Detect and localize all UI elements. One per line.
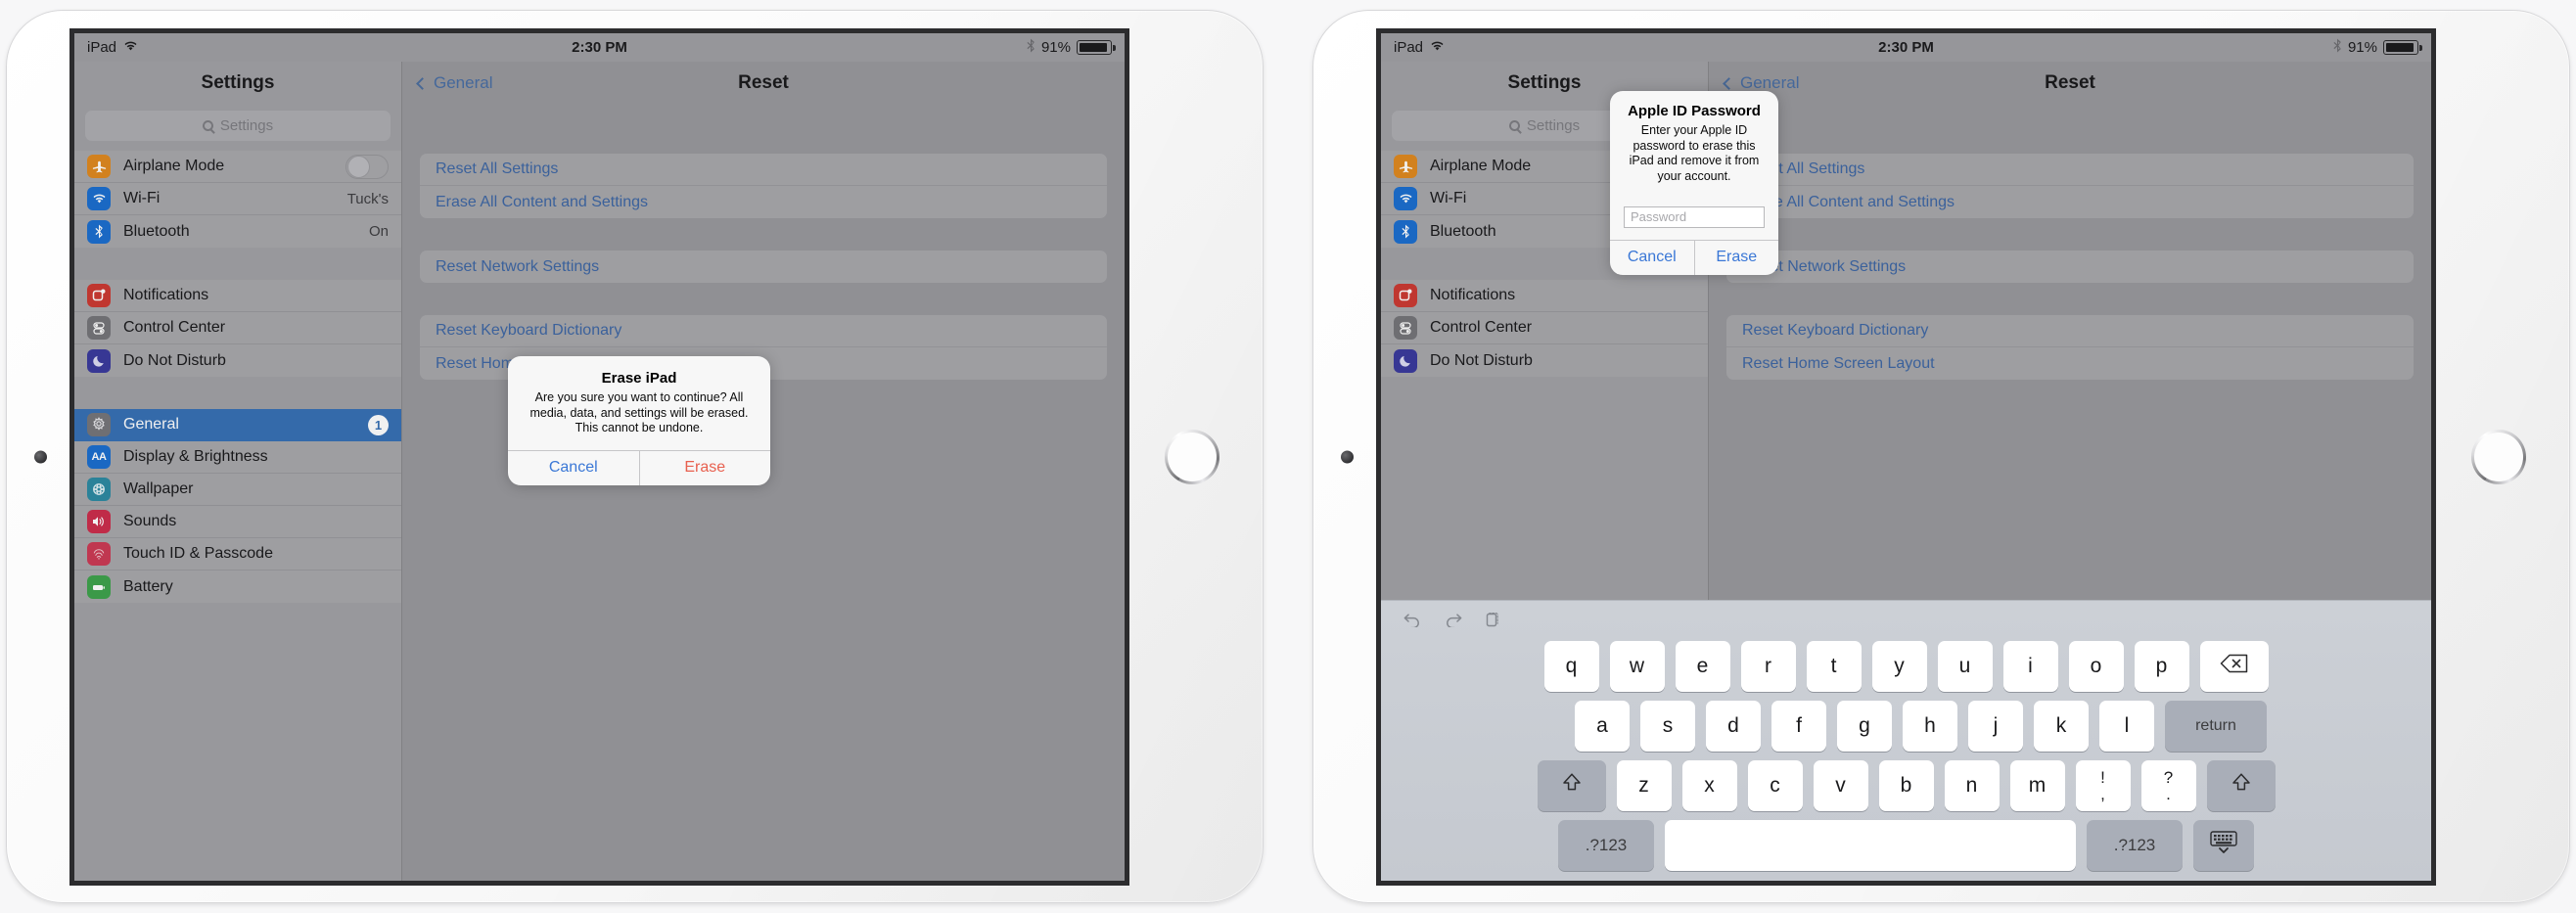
keyboard-dismiss-key[interactable] (2193, 820, 2254, 871)
key-exclamation-comma[interactable]: ! , (2075, 760, 2131, 811)
key-u[interactable]: u (1937, 641, 1993, 692)
cancel-button[interactable]: Cancel (508, 451, 639, 485)
alert-title: Erase iPad (601, 370, 677, 387)
alert-buttons: Cancel Erase (1610, 239, 1779, 275)
key-i[interactable]: i (2002, 641, 2058, 692)
key-y[interactable]: y (1871, 641, 1927, 692)
key-t[interactable]: t (1806, 641, 1862, 692)
shift-key-left[interactable] (1537, 760, 1606, 811)
numbers-key-left[interactable]: .?123 (1558, 820, 1654, 871)
key-h[interactable]: h (1903, 701, 1957, 752)
home-button[interactable] (1165, 430, 1219, 484)
key-s[interactable]: s (1640, 701, 1695, 752)
keyboard-row-4: .?123 .?123 (1389, 820, 2423, 871)
key-f[interactable]: f (1771, 701, 1826, 752)
screen-right: iPad 2:30 PM 91% Settings Settings Airpl… (1376, 28, 2436, 886)
erase-ipad-alert: Erase iPad Are you sure you want to cont… (508, 356, 770, 485)
keyboard-dismiss-icon (2209, 830, 2238, 861)
keyboard-row-1: q w e r t y u i o p (1389, 641, 2423, 692)
alert-body: Apple ID Password Enter your Apple ID pa… (1610, 91, 1778, 195)
alert-body: Erase iPad Are you sure you want to cont… (508, 356, 770, 450)
key-stack: ? . (2164, 769, 2173, 802)
key-d[interactable]: d (1706, 701, 1761, 752)
keyboard-row-2: a s d f g h j k l return (1389, 701, 2423, 752)
key-j[interactable]: j (1968, 701, 2023, 752)
shift-key-right[interactable] (2206, 760, 2276, 811)
key-n[interactable]: n (1944, 760, 2000, 811)
onscreen-keyboard: q w e r t y u i o p a s d f g h j k l re… (1381, 600, 2431, 881)
screen-left: iPad 2:30 PM 91% Settings Settings Airpl… (69, 28, 1129, 886)
front-camera (1341, 450, 1354, 463)
key-w[interactable]: w (1609, 641, 1665, 692)
redo-icon[interactable] (1444, 612, 1463, 627)
key-q[interactable]: q (1543, 641, 1599, 692)
key-a[interactable]: a (1575, 701, 1630, 752)
cancel-button[interactable]: Cancel (1610, 241, 1694, 275)
alert-message: Enter your Apple ID password to erase th… (1629, 123, 1760, 183)
key-x[interactable]: x (1681, 760, 1737, 811)
erase-button[interactable]: Erase (638, 450, 771, 485)
screenshot-stage: iPad 2:30 PM 91% Settings Settings Airpl… (0, 0, 2576, 913)
undo-icon[interactable] (1403, 612, 1422, 627)
alert-buttons: Cancel Erase (508, 449, 771, 485)
key-v[interactable]: v (1813, 760, 1868, 811)
key-g[interactable]: g (1837, 701, 1892, 752)
ipad-device-right: iPad 2:30 PM 91% Settings Settings Airpl… (1312, 10, 2570, 903)
alert-message-line1: Are you sure you want to continue? All m… (529, 390, 749, 420)
return-key[interactable]: return (2165, 701, 2267, 752)
key-r[interactable]: r (1740, 641, 1796, 692)
home-button[interactable] (2471, 430, 2526, 484)
key-bottom-label: , (2100, 785, 2105, 803)
key-z[interactable]: z (1616, 760, 1672, 811)
key-p[interactable]: p (2134, 641, 2189, 692)
paste-icon[interactable] (1485, 611, 1500, 628)
key-bottom-label: . (2166, 785, 2171, 803)
key-c[interactable]: c (1747, 760, 1803, 811)
key-l[interactable]: l (2099, 701, 2154, 752)
shift-icon (1560, 771, 1584, 800)
apple-id-password-alert: Apple ID Password Enter your Apple ID pa… (1610, 91, 1778, 275)
shift-icon (2230, 771, 2253, 800)
key-b[interactable]: b (1878, 760, 1934, 811)
key-o[interactable]: o (2068, 641, 2124, 692)
keyboard-row-3: z x c v b n m ! , ? . (1389, 760, 2423, 811)
backspace-key[interactable] (2199, 641, 2269, 692)
password-input[interactable]: Password (1624, 205, 1765, 228)
space-key[interactable] (1665, 820, 2076, 871)
front-camera (34, 450, 47, 463)
alert-title: Apple ID Password (1628, 103, 1761, 119)
key-k[interactable]: k (2034, 701, 2089, 752)
alert-message-line2: This cannot be undone. (575, 421, 704, 435)
key-m[interactable]: m (2009, 760, 2065, 811)
key-question-period[interactable]: ? . (2140, 760, 2196, 811)
numbers-key-right[interactable]: .?123 (2087, 820, 2183, 871)
key-top-label: ! (2100, 768, 2105, 787)
key-top-label: ? (2163, 768, 2174, 787)
key-e[interactable]: e (1675, 641, 1730, 692)
erase-button[interactable]: Erase (1693, 240, 1779, 275)
backspace-icon (2220, 653, 2249, 680)
keyboard-toolbar (1389, 607, 2423, 632)
key-stack: ! , (2100, 769, 2105, 802)
ipad-device-left: iPad 2:30 PM 91% Settings Settings Airpl… (6, 10, 1264, 903)
password-placeholder: Password (1631, 209, 1687, 224)
